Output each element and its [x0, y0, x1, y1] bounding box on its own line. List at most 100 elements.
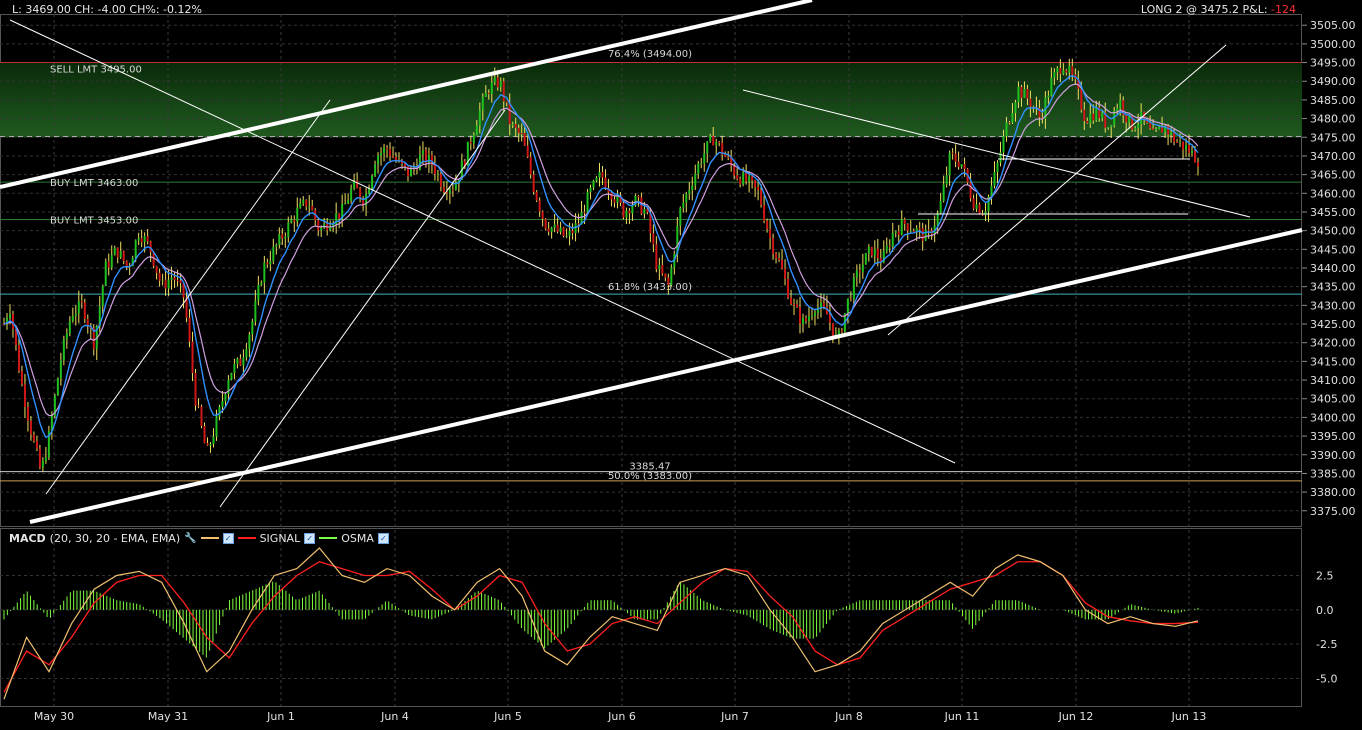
- candle-body: [709, 135, 712, 142]
- candle-body: [338, 213, 341, 219]
- candle-body: [230, 372, 233, 380]
- candle-body: [1017, 86, 1020, 103]
- candle-body: [1188, 145, 1191, 153]
- candle-body: [957, 161, 960, 167]
- candle-body: [356, 180, 359, 189]
- candle-body: [1020, 86, 1023, 98]
- candle-body: [251, 321, 254, 335]
- candle-body: [35, 440, 38, 449]
- candle-body: [1026, 88, 1029, 99]
- candle-body: [706, 141, 709, 154]
- candle-body: [320, 227, 323, 231]
- candle-body: [993, 172, 996, 186]
- candle-body: [41, 461, 44, 468]
- candle-body: [766, 220, 769, 229]
- candle-body: [939, 200, 942, 213]
- candle-body: [960, 164, 963, 167]
- candle-body: [215, 416, 218, 437]
- candle-body: [532, 174, 535, 192]
- candle-body: [778, 258, 781, 260]
- x-tick-label: Jun 1: [266, 710, 295, 723]
- candle-body: [601, 171, 604, 178]
- candle-body: [807, 316, 810, 321]
- candle-body: [972, 198, 975, 209]
- candle-body: [1008, 122, 1011, 124]
- candle-body: [134, 240, 137, 258]
- candle-body: [793, 304, 796, 306]
- candle-body: [302, 199, 305, 204]
- candle-body: [284, 236, 287, 239]
- candle-body: [742, 172, 745, 185]
- x-tick-label: Jun 12: [1058, 710, 1094, 723]
- osma-checkbox[interactable]: ✓: [377, 532, 389, 544]
- buy-limit-label: BUY LMT 3453.00: [50, 215, 138, 226]
- price-tick-label: 3380.00: [1310, 486, 1356, 499]
- candle-body: [1173, 132, 1176, 143]
- candle-body: [478, 110, 481, 126]
- wrench-icon[interactable]: 🔧: [184, 533, 196, 544]
- candle-body: [679, 207, 682, 226]
- candle-body: [1086, 120, 1089, 124]
- candle-body: [389, 149, 392, 157]
- candle-body: [775, 253, 778, 259]
- position-readout: LONG 2 @ 3475.2 P&L: -124: [1141, 3, 1296, 16]
- candle-body: [1014, 102, 1017, 113]
- trading-chart[interactable]: May 30 May 31 Jun 1 Jun 4 Jun 5 Jun 6 Jun 7 Jun…: [0, 0, 1362, 730]
- candle-body: [984, 211, 987, 216]
- x-tick-label: May 31: [148, 710, 188, 723]
- candle-body: [790, 297, 793, 305]
- macd-tick-label: -2.5: [1316, 638, 1337, 651]
- candle-body: [565, 235, 568, 237]
- candle-body: [170, 277, 173, 280]
- candle-body: [344, 203, 347, 205]
- candle-body: [897, 231, 900, 235]
- candle-body: [308, 205, 311, 207]
- candle-body: [670, 267, 673, 286]
- candle-body: [996, 162, 999, 173]
- candle-body: [1029, 98, 1032, 107]
- candle-body: [116, 247, 119, 258]
- position-text: LONG 2 @ 3475.2 P&L:: [1140, 3, 1272, 16]
- candle-body: [523, 133, 526, 146]
- candle-body: [472, 135, 475, 144]
- price-tick-label: 3480.00: [1310, 113, 1356, 126]
- candle-body: [371, 175, 374, 189]
- candle-body: [254, 300, 257, 322]
- candle-body: [514, 123, 517, 128]
- candle-body: [921, 228, 924, 241]
- candle-body: [311, 205, 314, 210]
- candle-body: [616, 195, 619, 203]
- candle-body: [281, 234, 284, 239]
- candle-body: [772, 238, 775, 254]
- candle-body: [368, 188, 371, 194]
- candle-body: [643, 209, 646, 214]
- candle-body: [951, 152, 954, 154]
- candle-body: [1125, 115, 1128, 123]
- candle-body: [317, 220, 320, 231]
- candle-body: [392, 156, 395, 158]
- candle-body: [299, 203, 302, 208]
- candle-body: [245, 349, 248, 358]
- candle-body: [942, 184, 945, 201]
- candle-body: [194, 373, 197, 406]
- candle-body: [664, 273, 667, 278]
- x-tick-label: Jun 4: [380, 710, 409, 723]
- candle-body: [906, 223, 909, 231]
- candle-body: [535, 191, 538, 201]
- candle-body: [781, 259, 784, 269]
- candle-body: [924, 229, 927, 241]
- candle-body: [849, 298, 852, 300]
- macd-checkbox[interactable]: ✓: [222, 532, 234, 544]
- candle-body: [520, 132, 523, 134]
- macd-params: (20, 30, 20 - EMA, EMA): [49, 531, 181, 545]
- candle-body: [909, 230, 912, 232]
- price-tick-label: 3440.00: [1310, 262, 1356, 275]
- price-tick-label: 3485.00: [1310, 94, 1356, 107]
- candle-body: [727, 156, 730, 158]
- candle-body: [637, 195, 640, 198]
- candle-body: [155, 266, 158, 273]
- candle-body: [224, 394, 227, 402]
- candle-body: [1062, 70, 1065, 74]
- signal-checkbox[interactable]: ✓: [304, 532, 316, 544]
- candle-body: [248, 334, 251, 350]
